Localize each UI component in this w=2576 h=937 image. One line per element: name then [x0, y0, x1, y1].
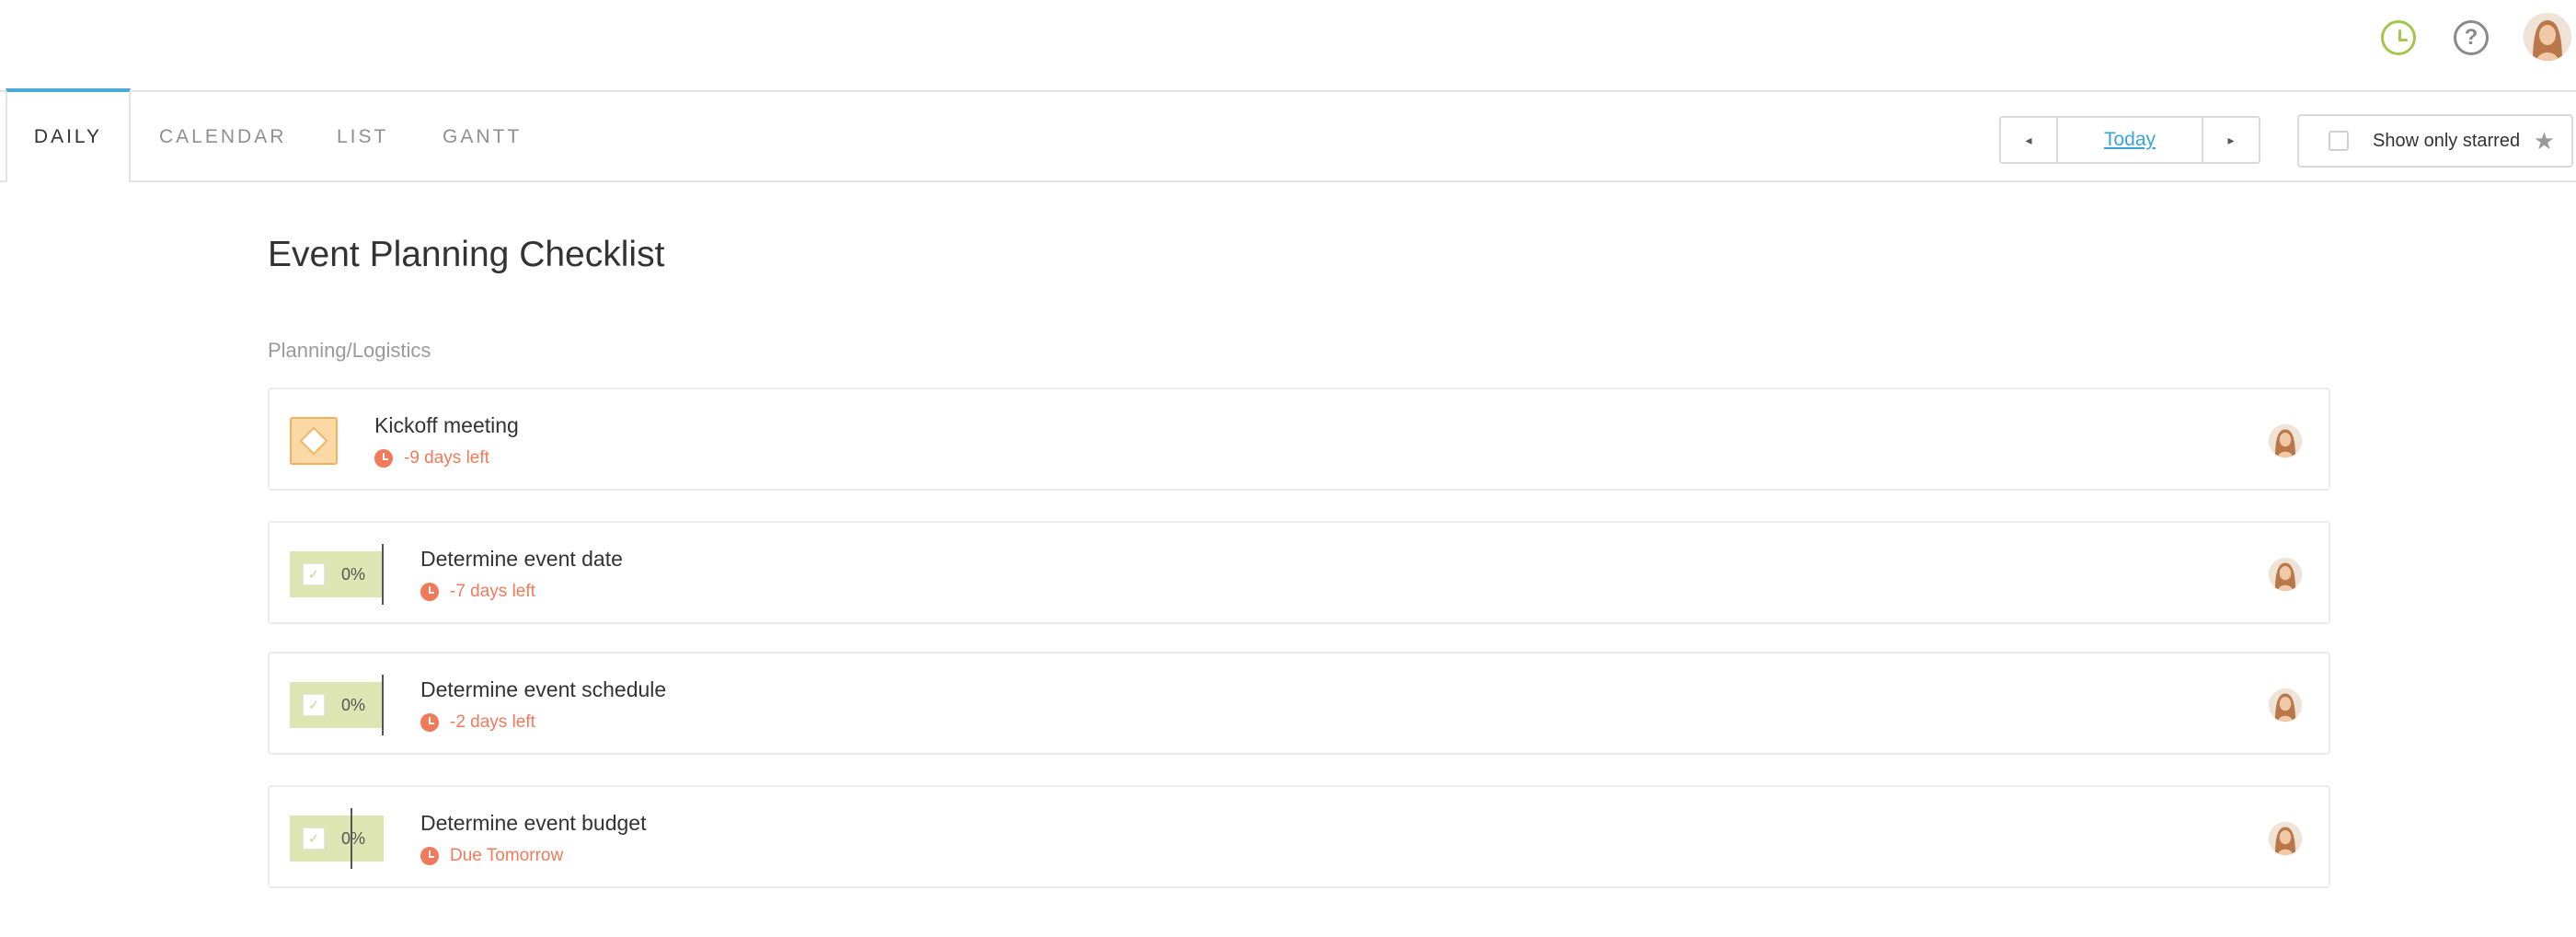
- due-text: -7 days left: [450, 582, 535, 601]
- due-clock-icon: [374, 449, 393, 468]
- progress-percent: 0%: [341, 828, 366, 848]
- due-text: -9 days left: [404, 448, 489, 468]
- section-label: Planning/Logistics: [268, 339, 431, 362]
- progress-percent: 0%: [341, 695, 366, 714]
- task-name[interactable]: Kickoff meeting: [374, 413, 519, 438]
- today-link[interactable]: Today: [2058, 118, 2202, 162]
- task-due: -2 days left: [420, 712, 535, 733]
- task-name[interactable]: Determine event schedule: [420, 677, 666, 702]
- progress-handle[interactable]: [382, 675, 384, 735]
- task-name[interactable]: Determine event budget: [420, 811, 647, 836]
- progress-handle[interactable]: [382, 544, 384, 605]
- assignee-avatar[interactable]: [2269, 424, 2302, 457]
- assignee-avatar[interactable]: [2269, 688, 2302, 722]
- user-avatar[interactable]: [2524, 13, 2571, 61]
- assignee-avatar[interactable]: [2269, 558, 2302, 591]
- milestone-icon[interactable]: [290, 417, 338, 465]
- progress-bar[interactable]: ✓ 0%: [290, 544, 384, 605]
- task-due: -9 days left: [374, 448, 489, 468]
- due-clock-icon: [420, 847, 439, 865]
- next-day-button[interactable]: ▸: [2202, 118, 2259, 162]
- progress-bar[interactable]: ✓ 0%: [290, 808, 384, 869]
- tab-list[interactable]: LIST: [337, 92, 388, 182]
- task-row[interactable]: ✓ 0% Determine event budget Due Tomorrow: [268, 785, 2330, 888]
- top-bar: ?: [0, 0, 2576, 90]
- checkmark-icon[interactable]: ✓: [303, 563, 325, 585]
- assignee-avatar[interactable]: [2269, 822, 2302, 855]
- help-icon[interactable]: ?: [2454, 20, 2489, 55]
- previous-day-button[interactable]: ◂: [2001, 118, 2058, 162]
- task-due: Due Tomorrow: [420, 846, 563, 866]
- checkmark-icon[interactable]: ✓: [303, 827, 325, 850]
- clock-icon[interactable]: [2381, 20, 2416, 55]
- date-navigator: ◂ Today ▸: [1999, 116, 2260, 164]
- progress-percent: 0%: [341, 564, 366, 584]
- task-name[interactable]: Determine event date: [420, 547, 623, 572]
- due-text: -2 days left: [450, 712, 535, 732]
- due-clock-icon: [420, 583, 439, 601]
- starred-label: Show only starred: [2373, 130, 2521, 151]
- tab-daily[interactable]: DAILY: [6, 88, 131, 182]
- due-clock-icon: [420, 713, 439, 732]
- due-text: Due Tomorrow: [450, 846, 564, 865]
- starred-checkbox[interactable]: [2329, 131, 2349, 151]
- checkmark-icon[interactable]: ✓: [303, 694, 325, 716]
- star-icon: ★: [2533, 127, 2555, 155]
- progress-handle[interactable]: [351, 808, 352, 869]
- task-row[interactable]: ✓ 0% Determine event schedule -2 days le…: [268, 652, 2330, 755]
- show-only-starred-toggle[interactable]: Show only starred ★: [2297, 114, 2573, 168]
- tab-gantt[interactable]: GANTT: [443, 92, 522, 182]
- task-row[interactable]: Kickoff meeting -9 days left: [268, 388, 2330, 491]
- task-due: -7 days left: [420, 582, 535, 602]
- task-row[interactable]: ✓ 0% Determine event date -7 days left: [268, 521, 2330, 624]
- progress-bar[interactable]: ✓ 0%: [290, 675, 384, 735]
- tab-calendar[interactable]: CALENDAR: [159, 92, 286, 182]
- page-title: Event Planning Checklist: [268, 235, 665, 274]
